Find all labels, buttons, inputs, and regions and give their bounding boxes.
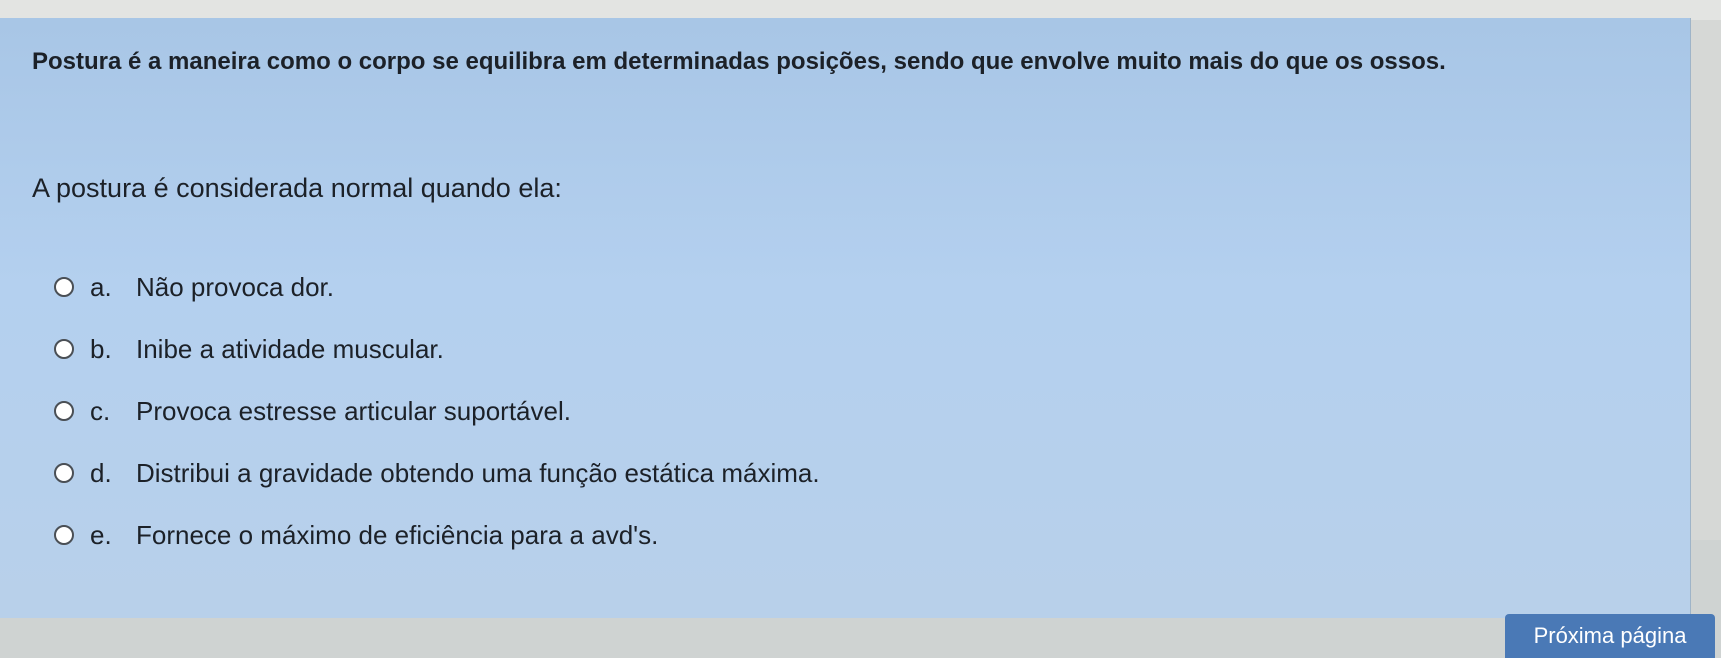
option-letter: e. [90,519,112,550]
question-intro: Postura é a maneira como o corpo se equi… [32,48,1446,75]
radio-button-d[interactable] [54,463,74,483]
radio-button-a[interactable] [54,277,74,297]
option-text: Distribui a gravidade obtendo uma função… [136,457,820,488]
answer-option-e[interactable]: e. Fornece o máximo de eficiência para a… [54,518,820,552]
answer-option-b[interactable]: b. Inibe a atividade muscular. [54,332,820,366]
option-letter: d. [90,457,112,488]
answer-option-d[interactable]: d. Distribui a gravidade obtendo uma fun… [54,456,820,490]
next-page-button[interactable]: Próxima página [1505,614,1715,658]
option-letter: c. [90,395,111,426]
option-letter: b. [90,333,112,364]
option-letter: a. [90,271,112,302]
option-text: Provoca estresse articular suportável. [136,395,571,426]
radio-button-e[interactable] [54,525,74,545]
page-top-bar [0,0,1721,20]
option-text: Não provoca dor. [136,271,335,302]
answer-option-c[interactable]: c. Provoca estresse articular suportável… [54,394,820,428]
question-panel: Postura é a maneira como o corpo se equi… [0,18,1691,618]
answer-options: a. Não provoca dor. b. Inibe a atividade… [54,270,820,580]
option-text: Fornece o máximo de eficiência para a av… [136,519,659,550]
answer-option-a[interactable]: a. Não provoca dor. [54,270,820,304]
radio-button-b[interactable] [54,339,74,359]
option-text: Inibe a atividade muscular. [136,333,444,364]
radio-button-c[interactable] [54,401,74,421]
question-prompt: A postura é considerada normal quando el… [32,173,562,203]
